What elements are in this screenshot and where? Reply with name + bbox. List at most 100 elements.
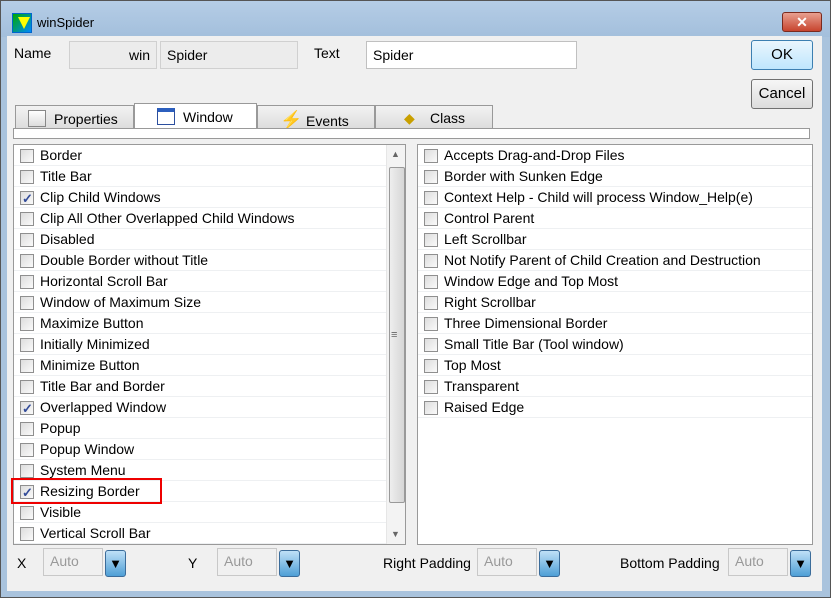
checkbox[interactable]	[424, 401, 438, 415]
text-label: Text	[314, 45, 340, 61]
list-item[interactable]: Accepts Drag-and-Drop Files	[418, 145, 812, 166]
tab-window[interactable]: Window	[134, 103, 257, 130]
app-icon	[12, 13, 32, 33]
list-item[interactable]: Title Bar	[14, 166, 405, 187]
list-item[interactable]: Not Notify Parent of Child Creation and …	[418, 250, 812, 271]
checkbox[interactable]	[424, 380, 438, 394]
right-padding-label: Right Padding	[383, 555, 471, 571]
checkbox[interactable]	[20, 170, 34, 184]
checkbox[interactable]	[424, 191, 438, 205]
checkbox[interactable]	[424, 317, 438, 331]
y-dropdown-button[interactable]: ▼	[279, 550, 300, 577]
checkbox[interactable]	[20, 359, 34, 373]
list-item[interactable]: Clip All Other Overlapped Child Windows	[14, 208, 405, 229]
list-item[interactable]: Disabled	[14, 229, 405, 250]
name-field[interactable]: Spider	[160, 41, 298, 69]
x-dropdown-button[interactable]: ▼	[105, 550, 126, 577]
bottom-padding-label: Bottom Padding	[620, 555, 720, 571]
list-item[interactable]: Border with Sunken Edge	[418, 166, 812, 187]
checkbox[interactable]	[20, 506, 34, 520]
checkbox[interactable]	[20, 527, 34, 541]
list-item[interactable]: Left Scrollbar	[418, 229, 812, 250]
list-item[interactable]: Maximize Button	[14, 313, 405, 334]
list-item[interactable]: Vertical Scroll Bar	[14, 523, 405, 544]
list-item[interactable]: Popup	[14, 418, 405, 439]
list-item-label: Horizontal Scroll Bar	[40, 273, 168, 289]
scroll-up-icon[interactable]: ▲	[391, 149, 400, 159]
bottom-padding-combo[interactable]: Auto	[728, 548, 788, 576]
checkbox[interactable]	[424, 212, 438, 226]
checkbox[interactable]	[424, 296, 438, 310]
checkbox[interactable]	[20, 233, 34, 247]
checkbox[interactable]	[20, 380, 34, 394]
checkbox[interactable]	[20, 275, 34, 289]
checkbox[interactable]	[20, 338, 34, 352]
text-field[interactable]: Spider	[366, 41, 577, 69]
list-item-label: Top Most	[444, 357, 501, 373]
list-item-label: Clip All Other Overlapped Child Windows	[40, 210, 295, 226]
list-item[interactable]: Three Dimensional Border	[418, 313, 812, 334]
checkbox[interactable]	[20, 296, 34, 310]
list-item[interactable]: Context Help - Child will process Window…	[418, 187, 812, 208]
list-item[interactable]: Right Scrollbar	[418, 292, 812, 313]
cancel-button[interactable]: Cancel	[751, 79, 813, 109]
tab-label: Class	[430, 110, 466, 126]
tab-events[interactable]: ⚡ Events	[257, 105, 375, 130]
checkbox[interactable]	[424, 275, 438, 289]
list-item[interactable]: Transparent	[418, 376, 812, 397]
checkbox[interactable]	[424, 149, 438, 163]
ok-button[interactable]: OK	[751, 40, 813, 70]
checkbox[interactable]	[20, 149, 34, 163]
list-item[interactable]: Border	[14, 145, 405, 166]
list-item[interactable]: Window of Maximum Size	[14, 292, 405, 313]
list-item[interactable]: Popup Window	[14, 439, 405, 460]
list-item-label: Initially Minimized	[40, 336, 150, 352]
checkbox[interactable]	[20, 188, 34, 209]
checkbox[interactable]	[424, 233, 438, 247]
list-item[interactable]: Horizontal Scroll Bar	[14, 271, 405, 292]
checkbox[interactable]	[20, 317, 34, 331]
checkbox[interactable]	[20, 443, 34, 457]
y-combo[interactable]: Auto	[217, 548, 277, 576]
checkbox[interactable]	[20, 212, 34, 226]
checkbox[interactable]	[20, 254, 34, 268]
checkbox[interactable]	[424, 254, 438, 268]
bottom-padding-dropdown-button[interactable]: ▼	[790, 550, 811, 577]
window-title: winSpider	[37, 15, 95, 30]
list-item-label: Border	[40, 147, 83, 163]
list-item[interactable]: Top Most	[418, 355, 812, 376]
list-item-label: Double Border without Title	[40, 252, 209, 268]
x-combo[interactable]: Auto	[43, 548, 103, 576]
tab-class[interactable]: ◆ Class	[375, 105, 493, 129]
list-item[interactable]: Initially Minimized	[14, 334, 405, 355]
list-item[interactable]: Double Border without Title	[14, 250, 405, 271]
list-item-label: Title Bar	[40, 168, 92, 184]
list-item[interactable]: Control Parent	[418, 208, 812, 229]
list-item[interactable]: Overlapped Window	[14, 397, 405, 419]
checkbox[interactable]	[20, 398, 34, 419]
checkbox[interactable]	[20, 422, 34, 436]
checkbox[interactable]	[424, 359, 438, 373]
class-icon: ◆	[404, 110, 415, 126]
grip-icon: ≡	[391, 329, 398, 341]
checkbox[interactable]	[20, 464, 34, 478]
right-padding-dropdown-button[interactable]: ▼	[539, 550, 560, 577]
list-item[interactable]: Window Edge and Top Most	[418, 271, 812, 292]
list-item[interactable]: Clip Child Windows	[14, 187, 405, 209]
close-button[interactable]: ✕	[782, 12, 822, 32]
right-padding-combo[interactable]: Auto	[477, 548, 537, 576]
tab-properties[interactable]: Properties	[15, 105, 134, 129]
scroll-down-icon[interactable]: ▼	[391, 529, 400, 539]
list-item[interactable]: Minimize Button	[14, 355, 405, 376]
checkbox[interactable]	[424, 170, 438, 184]
list-item[interactable]: Visible	[14, 502, 405, 523]
list-item-label: Not Notify Parent of Child Creation and …	[444, 252, 761, 268]
list-item-label: Disabled	[40, 231, 95, 247]
list-item[interactable]: Title Bar and Border	[14, 376, 405, 397]
tab-label: Window	[183, 109, 233, 125]
checkbox[interactable]	[424, 338, 438, 352]
list-item-label: Window of Maximum Size	[40, 294, 202, 310]
vertical-scrollbar[interactable]: ▲ ≡ ▼	[386, 145, 405, 544]
list-item[interactable]: Small Title Bar (Tool window)	[418, 334, 812, 355]
list-item[interactable]: Raised Edge	[418, 397, 812, 418]
